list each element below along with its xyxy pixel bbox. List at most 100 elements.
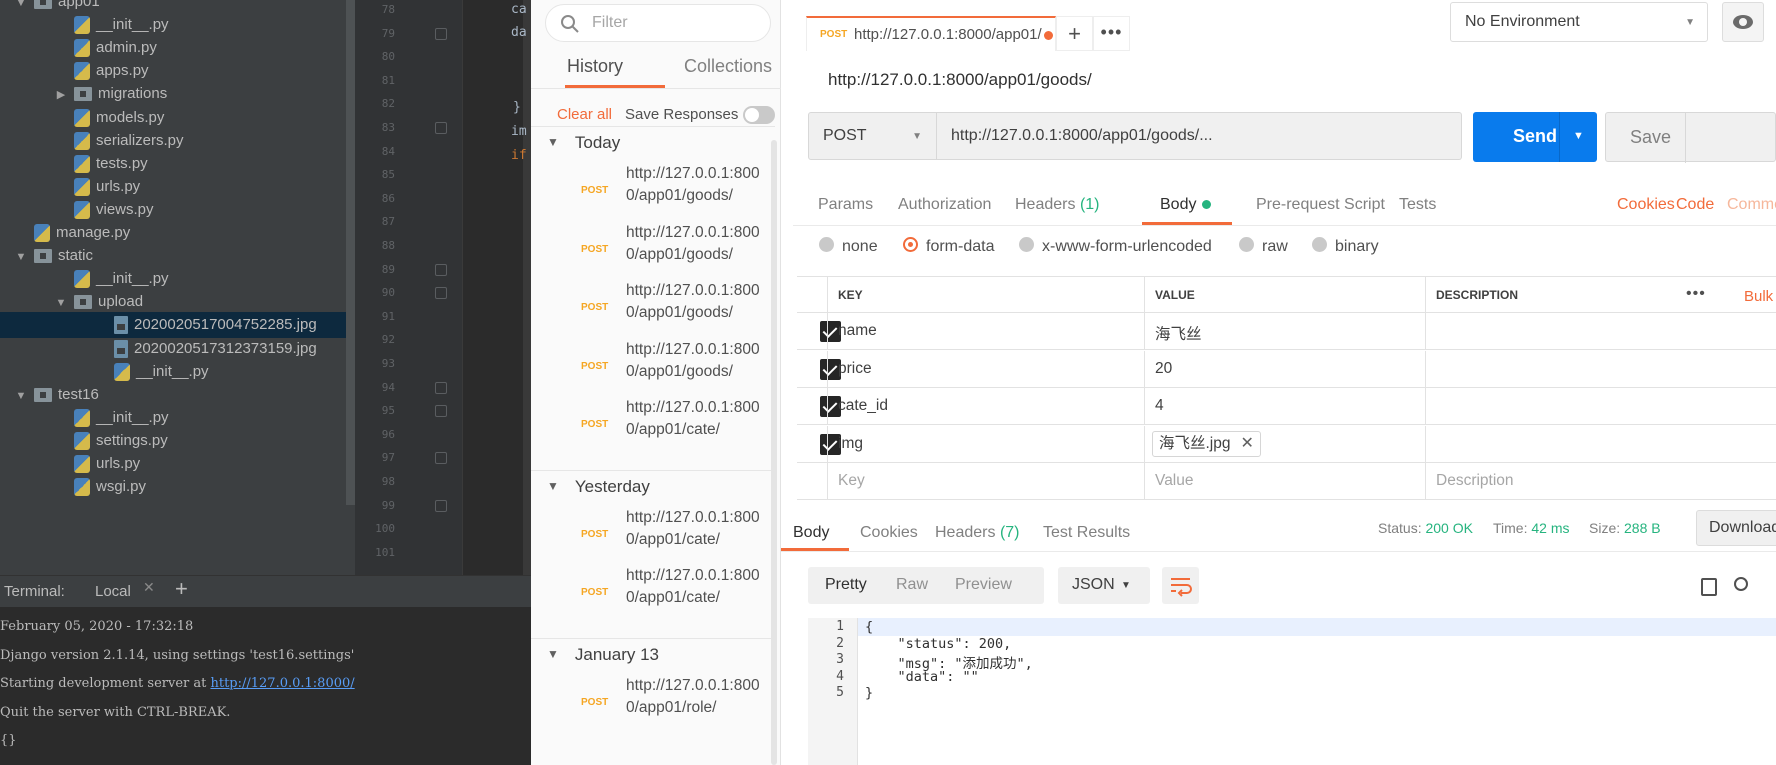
chevron-down-icon[interactable]: ▼ <box>14 244 28 270</box>
fold-marker-icon[interactable] <box>435 27 447 40</box>
server-link[interactable]: http://127.0.0.1:8000/ <box>210 676 354 691</box>
download-button[interactable]: Download <box>1696 510 1776 546</box>
close-icon[interactable]: ✕ <box>143 579 155 596</box>
cell-description[interactable] <box>1425 313 1776 349</box>
method-select[interactable]: POST ▼ <box>808 112 937 160</box>
tree-item[interactable]: apps.py <box>54 58 149 84</box>
fold-marker-icon[interactable] <box>435 499 447 512</box>
view-pretty-button[interactable]: Pretty <box>825 576 867 594</box>
tree-item[interactable]: serializers.py <box>54 128 184 154</box>
comments-link[interactable]: Comments <box>1727 196 1776 214</box>
tree-item[interactable]: 2020020517312373159.jpg <box>94 336 317 362</box>
tree-item[interactable]: settings.py <box>54 428 168 454</box>
fold-marker-icon[interactable] <box>435 263 447 276</box>
fold-marker-icon[interactable] <box>435 122 447 134</box>
tree-item[interactable]: urls.py <box>54 174 140 200</box>
new-value-input[interactable]: Value <box>1144 463 1425 499</box>
cell-value[interactable]: 4 <box>1144 388 1425 424</box>
tab-body[interactable]: Body <box>1160 196 1212 214</box>
cell-key[interactable]: img <box>827 425 1144 462</box>
tree-item[interactable]: __init__.py <box>54 266 169 292</box>
bulk-edit-button[interactable]: Bulk Edit <box>1744 288 1776 305</box>
cell-key[interactable]: name <box>827 313 1144 349</box>
tree-scrollbar[interactable] <box>346 0 355 505</box>
tab-more-button[interactable]: ••• <box>1093 16 1130 51</box>
tab-history[interactable]: History <box>567 56 623 77</box>
tab-tests[interactable]: Tests <box>1399 196 1436 214</box>
cell-description[interactable] <box>1425 388 1776 424</box>
wrap-lines-icon[interactable] <box>1162 567 1199 604</box>
tree-item[interactable]: ▼ upload <box>54 289 144 315</box>
new-description-input[interactable]: Description <box>1425 463 1776 499</box>
radio-form-data[interactable]: form-data <box>903 237 994 256</box>
tree-item[interactable]: ▼ static <box>14 243 93 269</box>
tab-authorization[interactable]: Authorization <box>898 196 991 214</box>
table-more-button[interactable]: ••• <box>1686 285 1706 303</box>
save-button[interactable]: Save <box>1605 112 1776 163</box>
tab-test-results[interactable]: Test Results <box>1043 524 1130 542</box>
cell-key[interactable]: price <box>827 350 1144 387</box>
save-responses-toggle[interactable] <box>743 106 775 124</box>
tree-item[interactable]: tests.py <box>54 151 148 177</box>
radio-none[interactable]: none <box>819 237 878 256</box>
history-group-header[interactable]: ▼ Today <box>547 133 620 153</box>
view-raw-button[interactable]: Raw <box>896 576 928 594</box>
chevron-down-icon[interactable]: ▼ <box>1573 130 1584 142</box>
tree-item[interactable]: models.py <box>54 105 164 131</box>
tree-item[interactable]: __init__.py <box>54 405 169 431</box>
fold-marker-icon[interactable] <box>435 287 447 300</box>
radio-raw[interactable]: raw <box>1239 237 1288 256</box>
search-icon[interactable] <box>1734 577 1748 591</box>
tab-pre-request-script[interactable]: Pre-request Script <box>1256 196 1385 214</box>
url-input[interactable]: http://127.0.0.1:8000/app01/goods/... <box>937 112 1462 160</box>
fold-marker-icon[interactable] <box>435 381 447 394</box>
tree-item[interactable]: 2020020517004752285.jpg <box>0 312 355 339</box>
tree-item[interactable]: __init__.py <box>94 359 209 385</box>
eye-icon[interactable] <box>1722 2 1764 42</box>
chevron-down-icon[interactable]: ▼ <box>14 383 28 409</box>
editor-scrollbar[interactable] <box>523 0 531 575</box>
cell-key[interactable]: cate_id <box>827 388 1144 424</box>
view-preview-button[interactable]: Preview <box>955 576 1012 594</box>
tab-collections[interactable]: Collections <box>684 56 772 77</box>
radio-binary[interactable]: binary <box>1312 237 1379 256</box>
request-tab[interactable]: POST http://127.0.0.1:8000/app01/go <box>806 16 1056 51</box>
history-group-header[interactable]: ▼ Yesterday <box>547 477 650 497</box>
filter-input[interactable]: Filter <box>545 4 771 42</box>
history-item[interactable]: POST http://127.0.0.1:8000/app01/role/ <box>531 675 775 733</box>
history-item[interactable]: POST http://127.0.0.1:8000/app01/cate/ <box>531 397 775 455</box>
sidebar-scrollbar[interactable] <box>771 140 777 765</box>
cell-value[interactable]: 20 <box>1144 350 1425 387</box>
cell-value[interactable]: 海飞丝 <box>1144 313 1425 349</box>
tree-item[interactable]: ▼ test16 <box>14 382 99 408</box>
tab-response-cookies[interactable]: Cookies <box>860 524 918 542</box>
clear-all-button[interactable]: Clear all <box>557 106 612 123</box>
cookies-link[interactable]: Cookies <box>1617 196 1675 214</box>
tab-headers[interactable]: Headers (1) <box>1015 196 1100 214</box>
history-item[interactable]: POST http://127.0.0.1:8000/app01/goods/ <box>531 280 775 338</box>
tree-item[interactable]: views.py <box>54 197 154 223</box>
environment-select[interactable]: No Environment ▼ <box>1450 2 1708 42</box>
response-body[interactable]: 12345 { "status": 200, "msg": "添加成功", "d… <box>808 618 1776 765</box>
history-item[interactable]: POST http://127.0.0.1:8000/app01/cate/ <box>531 507 775 565</box>
tree-item[interactable]: manage.py <box>14 220 130 246</box>
chevron-down-icon[interactable]: ▼ <box>14 0 28 16</box>
send-button[interactable]: Send ▼ <box>1473 112 1597 162</box>
tree-item[interactable]: admin.py <box>54 35 157 61</box>
cell-description[interactable] <box>1425 425 1776 462</box>
cell-description[interactable] <box>1425 350 1776 387</box>
close-icon[interactable]: ✕ <box>1241 435 1254 452</box>
tab-params[interactable]: Params <box>818 196 873 214</box>
history-item[interactable]: POST http://127.0.0.1:8000/app01/goods/ <box>531 222 775 280</box>
code-editor[interactable]: ca da} im if <box>463 0 531 575</box>
code-link[interactable]: Code <box>1676 196 1714 214</box>
new-tab-button[interactable]: + <box>1056 16 1093 51</box>
new-terminal-button[interactable]: + <box>175 576 188 602</box>
radio-x-www-form-urlencoded[interactable]: x-www-form-urlencoded <box>1019 237 1212 256</box>
tab-response-headers[interactable]: Headers (7) <box>935 524 1020 542</box>
fold-marker-icon[interactable] <box>435 405 447 418</box>
tree-item[interactable]: urls.py <box>54 451 140 477</box>
cell-value[interactable]: 海飞丝.jpg ✕ <box>1144 425 1425 462</box>
copy-icon[interactable] <box>1697 574 1717 596</box>
fold-marker-icon[interactable] <box>435 452 447 465</box>
